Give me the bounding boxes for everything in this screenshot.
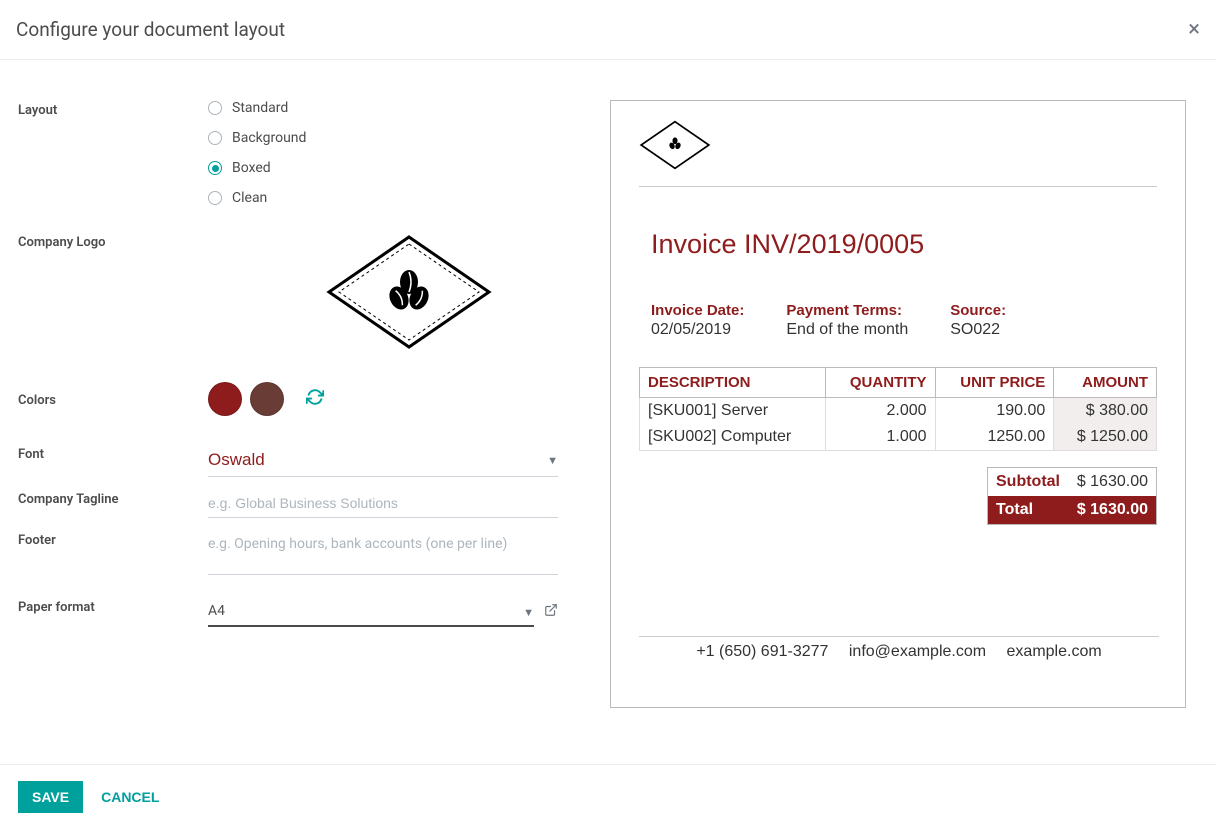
subtotal-value: $ 1630.00 (1077, 473, 1148, 491)
cell-qty: 1.000 (826, 424, 935, 451)
subtotal-label: Subtotal (996, 473, 1060, 491)
cell-price: 1250.00 (935, 424, 1054, 451)
source-value: SO022 (950, 321, 1006, 339)
font-value: Oswald (208, 444, 558, 477)
primary-color-swatch[interactable] (208, 382, 242, 416)
radio-label: Clean (232, 190, 267, 206)
company-logo-label: Company Logo (18, 232, 208, 364)
radio-label: Standard (232, 100, 288, 116)
document-preview: Invoice INV/2019/0005 Invoice Date: 02/0… (610, 100, 1186, 708)
source-label: Source: (950, 302, 1006, 319)
preview-logo-icon (639, 119, 711, 171)
refresh-colors-icon[interactable] (306, 388, 324, 410)
radio-icon (208, 161, 222, 175)
config-form: Layout Standard Background Boxed Clean (18, 100, 610, 708)
radio-label: Background (232, 130, 306, 146)
col-quantity: QUANTITY (826, 368, 935, 398)
footer-phone: +1 (650) 691-3277 (696, 643, 828, 660)
preview-footer: +1 (650) 691-3277 info@example.com examp… (639, 636, 1159, 661)
layout-option-boxed[interactable]: Boxed (208, 160, 558, 176)
paper-format-label: Paper format (18, 597, 208, 627)
footer-web: example.com (1007, 643, 1102, 660)
invoice-date-value: 02/05/2019 (651, 321, 744, 339)
col-amount: AMOUNT (1054, 368, 1157, 398)
cell-amount: $ 1250.00 (1054, 424, 1157, 451)
radio-icon (208, 101, 222, 115)
paper-format-select[interactable]: A4 (208, 597, 534, 627)
col-unit-price: UNIT PRICE (935, 368, 1054, 398)
invoice-title: Invoice INV/2019/0005 (639, 229, 1157, 260)
cell-qty: 2.000 (826, 398, 935, 425)
cancel-button[interactable]: CANCEL (101, 789, 159, 805)
radio-label: Boxed (232, 160, 271, 176)
layout-option-standard[interactable]: Standard (208, 100, 558, 116)
modal-footer: SAVE CANCEL (0, 764, 1216, 829)
invoice-meta: Invoice Date: 02/05/2019 Payment Terms: … (639, 302, 1157, 339)
radio-icon (208, 131, 222, 145)
footer-label: Footer (18, 530, 208, 579)
radio-icon (208, 191, 222, 205)
external-link-icon[interactable] (544, 603, 558, 621)
modal-header: Configure your document layout × (0, 0, 1216, 60)
save-button[interactable]: SAVE (18, 781, 83, 813)
preview-panel: Invoice INV/2019/0005 Invoice Date: 02/0… (610, 100, 1198, 708)
company-logo-upload[interactable] (234, 232, 584, 352)
table-row: [SKU001] Server 2.000 190.00 $ 380.00 (640, 398, 1157, 425)
close-icon[interactable]: × (1188, 19, 1200, 41)
colors-label: Colors (18, 390, 208, 408)
layout-option-clean[interactable]: Clean (208, 190, 558, 206)
invoice-date-label: Invoice Date: (651, 302, 744, 319)
invoice-lines-table: DESCRIPTION QUANTITY UNIT PRICE AMOUNT [… (639, 367, 1157, 451)
color-swatches (208, 382, 558, 416)
table-row: [SKU002] Computer 1.000 1250.00 $ 1250.0… (640, 424, 1157, 451)
font-select[interactable]: Oswald ▼ (208, 444, 558, 477)
cell-desc: [SKU002] Computer (640, 424, 826, 451)
invoice-totals: Subtotal $ 1630.00 Total $ 1630.00 (987, 467, 1157, 525)
layout-radio-group: Standard Background Boxed Clean (208, 100, 558, 220)
layout-label: Layout (18, 100, 208, 220)
layout-option-background[interactable]: Background (208, 130, 558, 146)
cell-price: 190.00 (935, 398, 1054, 425)
col-description: DESCRIPTION (640, 368, 826, 398)
cell-desc: [SKU001] Server (640, 398, 826, 425)
modal-body: Layout Standard Background Boxed Clean (0, 60, 1216, 726)
total-label: Total (996, 501, 1033, 519)
tagline-input[interactable] (208, 489, 558, 518)
divider (639, 186, 1157, 187)
payment-terms-value: End of the month (786, 321, 908, 339)
secondary-color-swatch[interactable] (250, 382, 284, 416)
footer-input[interactable] (208, 530, 558, 575)
tagline-label: Company Tagline (18, 489, 208, 518)
logo-icon (324, 232, 494, 352)
modal-title: Configure your document layout (16, 18, 285, 41)
cell-amount: $ 380.00 (1054, 398, 1157, 425)
font-label: Font (18, 444, 208, 477)
footer-email: info@example.com (849, 643, 986, 660)
total-value: $ 1630.00 (1077, 501, 1148, 519)
payment-terms-label: Payment Terms: (786, 302, 908, 319)
